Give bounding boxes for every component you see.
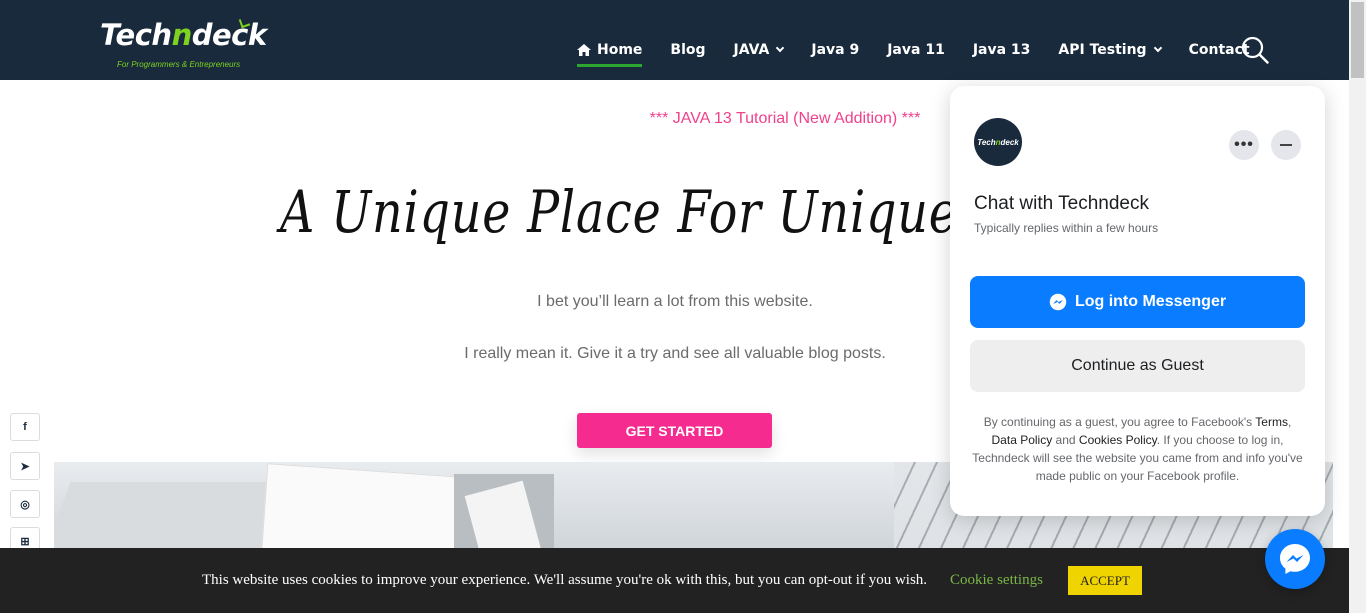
main-nav: Home Blog JAVA Java 9 Java 11 Java 13 AP… xyxy=(577,38,1278,67)
more-options-icon[interactable]: ••• xyxy=(1229,130,1259,160)
terms-link[interactable]: Terms xyxy=(1255,415,1288,429)
messenger-chat-panel: Tech n deck ••• Chat with Techndeck Typica… xyxy=(950,86,1325,516)
nav-home[interactable]: Home xyxy=(577,38,643,67)
messenger-icon xyxy=(1049,293,1067,311)
logo-tagline: For Programmers & Entrepreneurs xyxy=(117,60,241,69)
cookie-settings-link[interactable]: Cookie settings xyxy=(950,572,1043,589)
facebook-icon[interactable]: f xyxy=(10,413,40,441)
site-logo[interactable]: Techndeck For Programmers & Entrepreneur… xyxy=(100,16,267,72)
page-avatar: Tech n deck xyxy=(974,118,1022,166)
cookie-message: This website uses cookies to improve you… xyxy=(202,572,928,588)
chevron-down-icon xyxy=(776,43,785,53)
scrollbar-thumb[interactable] xyxy=(1351,2,1364,78)
nav-java-9[interactable]: Java 9 xyxy=(811,38,859,62)
log-into-messenger-button[interactable]: Log into Messenger xyxy=(970,276,1305,328)
twitter-icon[interactable]: ➤ xyxy=(10,452,40,480)
nav-java-13[interactable]: Java 13 xyxy=(973,38,1031,62)
chat-reply-time: Typically replies within a few hours xyxy=(974,221,1159,235)
page-scrollbar[interactable] xyxy=(1349,0,1366,613)
nav-java[interactable]: JAVA xyxy=(734,38,785,62)
hero-subtitle-1: I bet you’ll learn a lot from this websi… xyxy=(537,293,813,310)
nav-blog[interactable]: Blog xyxy=(670,38,705,62)
messenger-icon xyxy=(1280,544,1310,574)
logo-wordmark: Techndeck xyxy=(100,18,267,52)
chevron-down-icon xyxy=(1153,43,1162,53)
minimize-icon[interactable] xyxy=(1271,130,1301,160)
cookie-accept-button[interactable]: ACCEPT xyxy=(1068,566,1142,595)
announcement-link[interactable]: *** JAVA 13 Tutorial (New Addition) *** xyxy=(560,110,1010,128)
chat-title: Chat with Techndeck xyxy=(974,193,1149,214)
nav-java-11[interactable]: Java 11 xyxy=(887,38,945,62)
chat-legal-text: By continuing as a guest, you agree to F… xyxy=(972,415,1303,483)
instagram-icon[interactable]: ◎ xyxy=(10,490,40,518)
data-policy-link[interactable]: Data Policy xyxy=(992,433,1053,447)
home-icon xyxy=(577,44,591,56)
cookie-banner: This website uses cookies to improve you… xyxy=(0,548,1349,613)
search-icon[interactable] xyxy=(1241,36,1269,64)
cookies-policy-link[interactable]: Cookies Policy xyxy=(1079,433,1157,447)
messenger-fab-button[interactable] xyxy=(1265,529,1325,589)
hero-subtitle-2: I really mean it. Give it a try and see … xyxy=(464,345,886,362)
continue-as-guest-button[interactable]: Continue as Guest xyxy=(970,340,1305,392)
nav-api-testing[interactable]: API Testing xyxy=(1058,38,1162,62)
site-header: Techndeck For Programmers & Entrepreneur… xyxy=(0,0,1349,80)
get-started-button[interactable]: GET STARTED xyxy=(577,413,772,448)
